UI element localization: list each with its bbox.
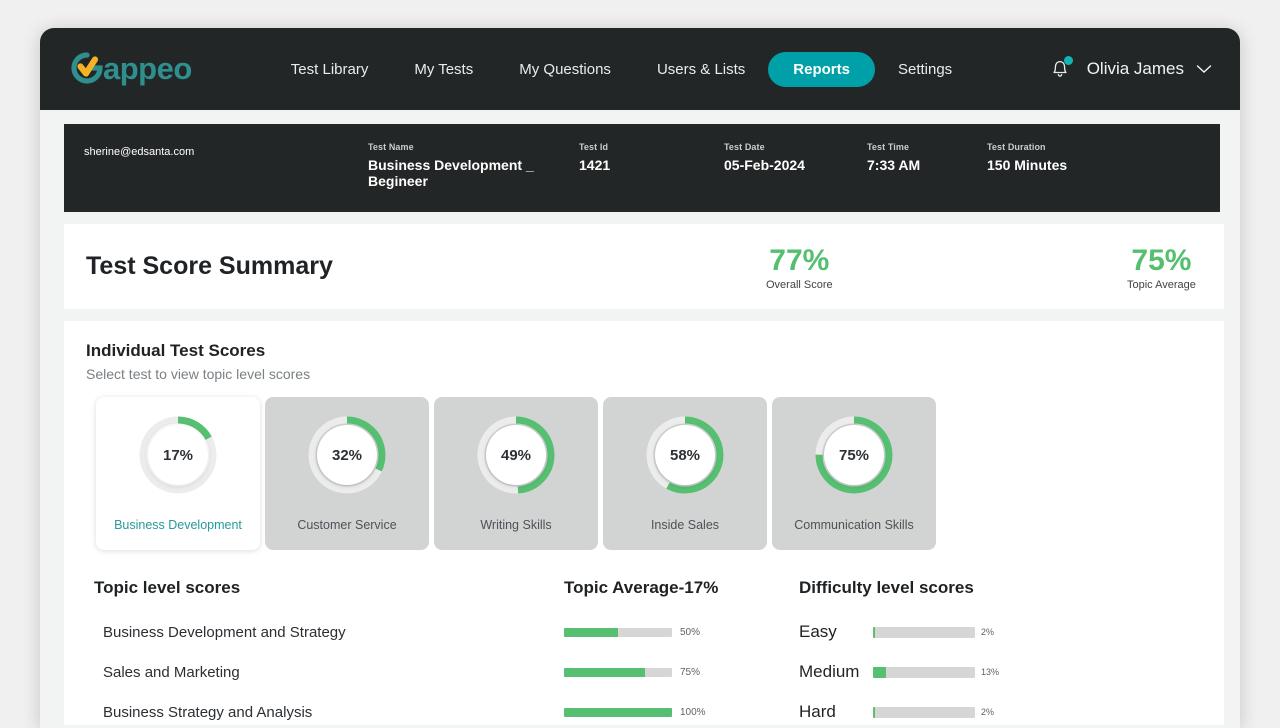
nav-item-my-tests[interactable]: My Tests: [391, 52, 496, 87]
progress-value: 13%: [981, 667, 999, 677]
difficulty-label: Easy: [799, 622, 867, 642]
list-item: Sales and Marketing: [94, 652, 564, 692]
test-card-writing-skills[interactable]: 49% Writing Skills: [434, 397, 598, 550]
donut-chart: 17%: [137, 414, 219, 496]
main-nav: Test Library My Tests My Questions Users…: [268, 52, 975, 87]
test-info-bar: sherine@edsanta.com Test Name Business D…: [64, 124, 1220, 212]
info-test-name: Test Name Business Development _ Beginee…: [368, 142, 548, 189]
test-card-label: Communication Skills: [794, 518, 913, 532]
gappeo-g-check-logo: [68, 51, 106, 87]
table-row: Hard 2%: [799, 692, 1099, 728]
individual-test-scores-card: Individual Test Scores Select test to vi…: [64, 321, 1224, 725]
overall-score-label: Overall Score: [766, 279, 833, 291]
progress-bar: [873, 627, 975, 638]
difficulty-level-scores-title: Difficulty level scores: [799, 578, 1099, 598]
score-detail-columns: Topic level scores Business Development …: [64, 550, 1224, 728]
chevron-down-icon[interactable]: [1196, 62, 1212, 77]
info-test-date: Test Date 05-Feb-2024: [724, 142, 805, 173]
gappeo-logo[interactable]: appeo: [68, 51, 192, 87]
nav-item-test-library[interactable]: Test Library: [268, 52, 392, 87]
overall-score-value: 77%: [766, 244, 833, 278]
test-card-label: Business Development: [114, 518, 242, 532]
test-card-business-development[interactable]: 17% Business Development: [96, 397, 260, 550]
user-name[interactable]: Olivia James: [1087, 59, 1184, 79]
donut-chart: 32%: [306, 414, 388, 496]
candidate-email: sherine@edsanta.com: [84, 146, 194, 158]
progress-bar: [564, 628, 672, 637]
info-test-time: Test Time 7:33 AM: [867, 142, 920, 173]
top-navigation-bar: appeo Test Library My Tests My Questions…: [40, 28, 1240, 110]
nav-item-reports[interactable]: Reports: [768, 52, 875, 87]
progress-bar: [873, 707, 975, 718]
notifications-button[interactable]: [1049, 56, 1071, 82]
difficulty-level-scores-column: Difficulty level scores Easy 2% Medium 1…: [799, 578, 1099, 728]
test-score-card-list: 17% Business Development 32% Customer Se…: [64, 382, 1224, 550]
table-row: 75%: [564, 652, 799, 692]
test-card-label: Inside Sales: [651, 518, 719, 532]
donut-chart: 58%: [644, 414, 726, 496]
progress-bar: [873, 667, 975, 678]
topic-average-score: 75% Topic Average: [1127, 244, 1196, 291]
nav-item-my-questions[interactable]: My Questions: [496, 52, 634, 87]
section-title: Individual Test Scores: [86, 341, 1224, 361]
donut-value: 49%: [486, 425, 546, 485]
nav-item-settings[interactable]: Settings: [875, 52, 975, 87]
difficulty-label: Medium: [799, 662, 867, 682]
donut-value: 58%: [655, 425, 715, 485]
donut-chart: 75%: [813, 414, 895, 496]
topic-average-label: Topic Average: [1127, 279, 1196, 291]
list-item: Business Development and Strategy: [94, 612, 564, 652]
topic-average-value: 75%: [1127, 244, 1196, 278]
overall-score: 77% Overall Score: [766, 244, 833, 291]
donut-value: 32%: [317, 425, 377, 485]
test-card-communication-skills[interactable]: 75% Communication Skills: [772, 397, 936, 550]
table-row: 50%: [564, 612, 799, 652]
progress-value: 2%: [981, 627, 994, 637]
progress-value: 2%: [981, 707, 994, 717]
list-item: Business Strategy and Analysis: [94, 692, 564, 728]
donut-value: 17%: [148, 425, 208, 485]
test-score-summary-card: Test Score Summary 77% Overall Score 75%…: [64, 224, 1224, 309]
user-area: Olivia James: [1049, 28, 1212, 110]
topic-name: Business Development and Strategy: [94, 624, 346, 641]
topic-level-scores-title: Topic level scores: [94, 578, 564, 598]
difficulty-label: Hard: [799, 702, 867, 722]
progress-value: 75%: [680, 667, 700, 678]
nav-item-users-and-lists[interactable]: Users & Lists: [634, 52, 768, 87]
progress-bar: [564, 708, 672, 717]
page-title: Test Score Summary: [86, 252, 333, 281]
test-card-inside-sales[interactable]: 58% Inside Sales: [603, 397, 767, 550]
notification-dot: [1064, 56, 1073, 65]
topic-name: Sales and Marketing: [94, 664, 240, 681]
progress-bar: [564, 668, 672, 677]
table-row: 100%: [564, 692, 799, 728]
topic-average-column: Topic Average-17% 50% 75%: [564, 578, 799, 728]
test-card-customer-service[interactable]: 32% Customer Service: [265, 397, 429, 550]
topic-name: Business Strategy and Analysis: [94, 704, 312, 721]
topic-level-scores-column: Topic level scores Business Development …: [64, 578, 564, 728]
test-card-label: Customer Service: [297, 518, 396, 532]
progress-value: 100%: [680, 707, 706, 718]
logo-wordmark: appeo: [103, 51, 192, 87]
individual-test-scores-header: Individual Test Scores Select test to vi…: [64, 341, 1224, 382]
info-test-duration: Test Duration 150 Minutes: [987, 142, 1067, 173]
section-subtitle: Select test to view topic level scores: [86, 366, 1224, 382]
donut-value: 75%: [824, 425, 884, 485]
table-row: Medium 13%: [799, 652, 1099, 692]
table-row: Easy 2%: [799, 612, 1099, 652]
topic-average-title: Topic Average-17%: [564, 578, 799, 598]
progress-value: 50%: [680, 627, 700, 638]
donut-chart: 49%: [475, 414, 557, 496]
info-test-id: Test Id 1421: [579, 142, 610, 173]
test-card-label: Writing Skills: [480, 518, 551, 532]
app-window: appeo Test Library My Tests My Questions…: [40, 28, 1240, 728]
